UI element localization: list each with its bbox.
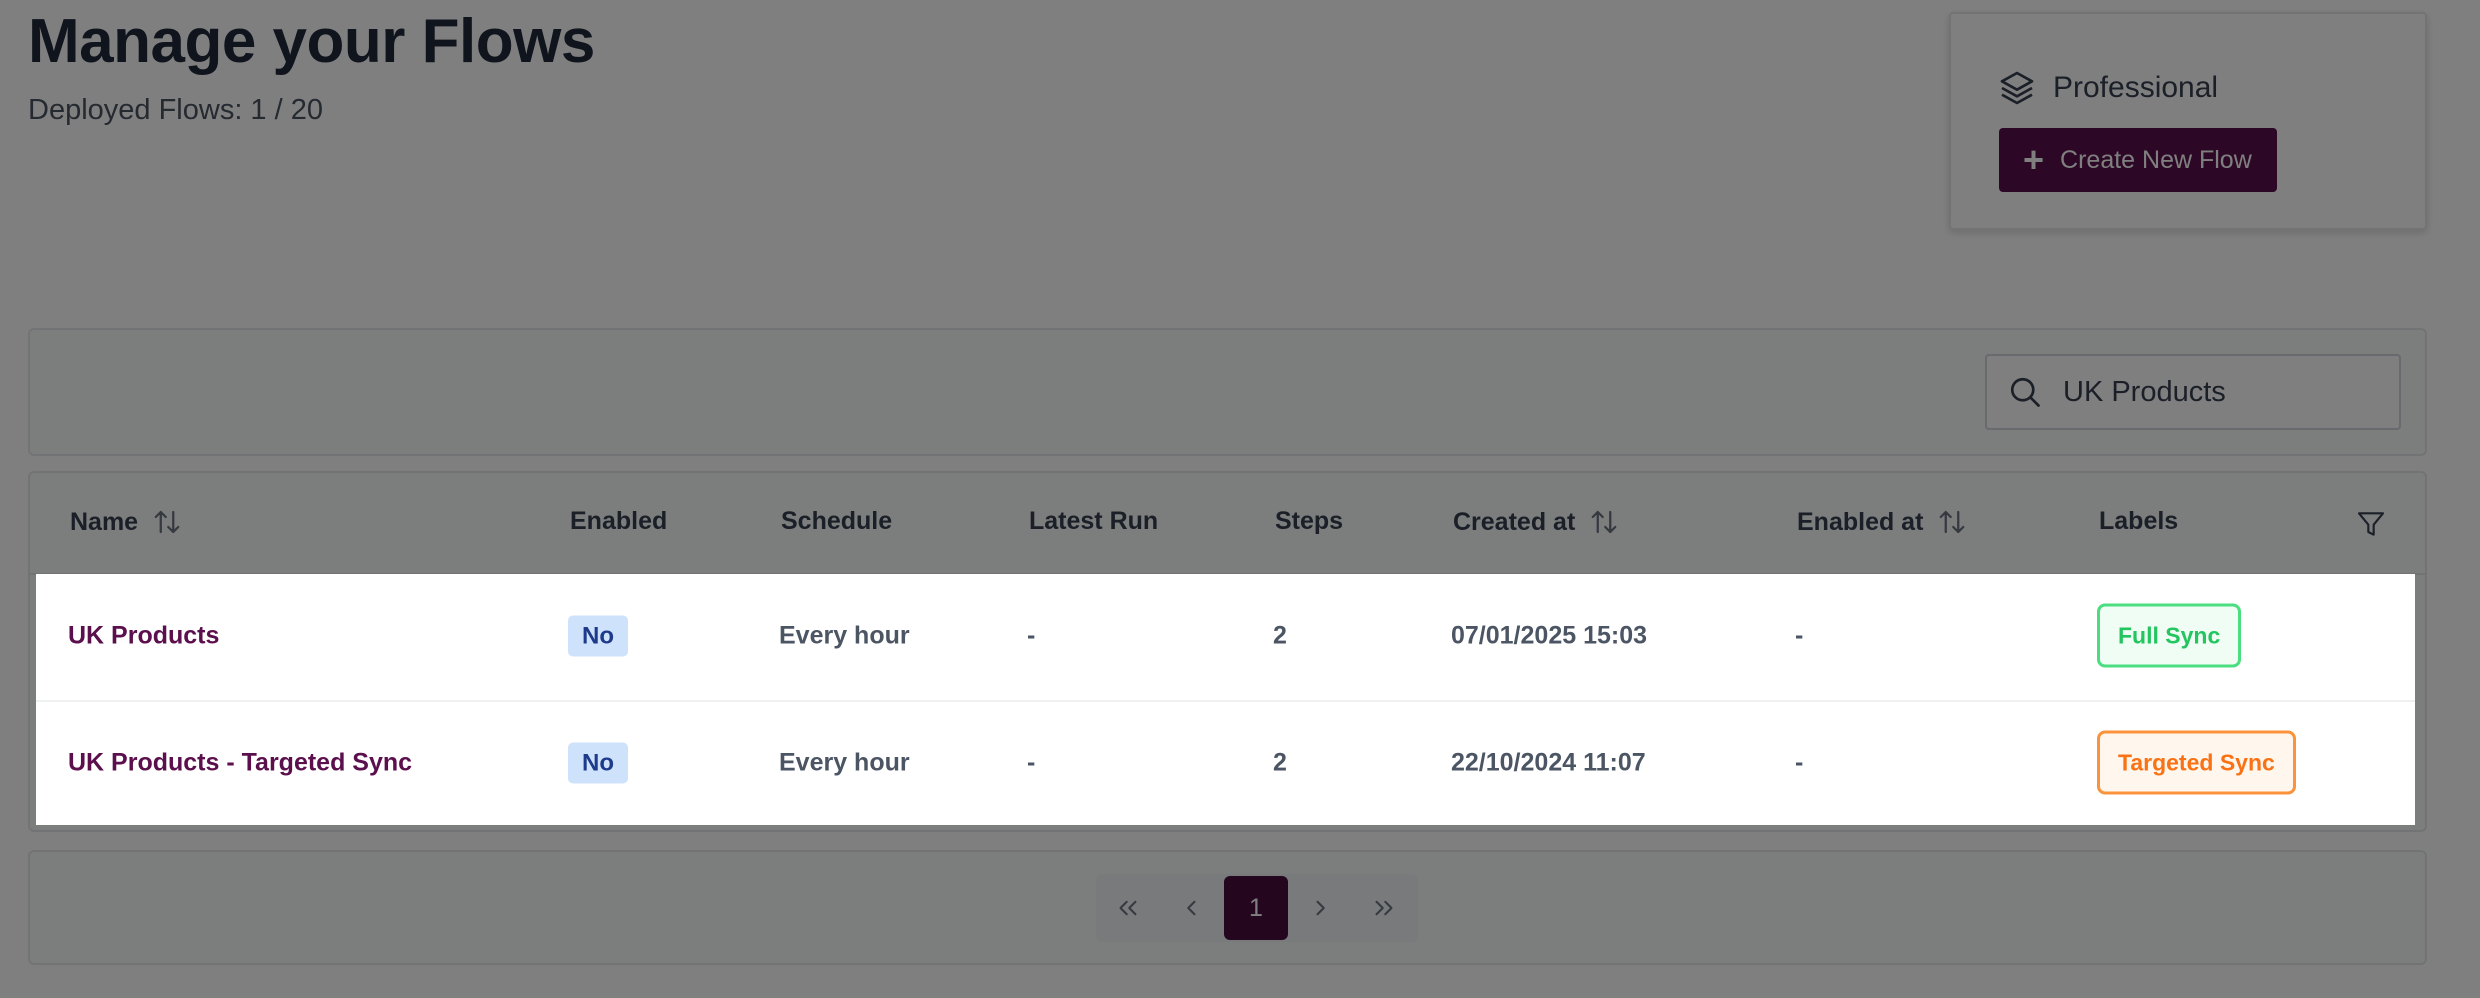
labels-cell: Full Sync xyxy=(2097,603,2242,668)
enabled-cell: No xyxy=(568,615,628,657)
create-new-flow-label: Create New Flow xyxy=(2060,145,2252,174)
enabled-badge: No xyxy=(568,742,628,784)
enabled-at-cell: - xyxy=(1795,748,1804,777)
plan-name: Professional xyxy=(2053,71,2219,104)
page: Manage your Flows Deployed Flows: 1 / 20… xyxy=(0,0,2480,998)
latest-run-cell: - xyxy=(1027,621,1036,650)
plus-icon: + xyxy=(2023,139,2045,180)
pagination: 1 xyxy=(1096,874,1418,942)
page-title: Manage your Flows xyxy=(28,7,595,76)
chevrons-left-icon xyxy=(1119,900,1137,916)
previous-page-button[interactable] xyxy=(1160,876,1224,940)
chevron-right-icon xyxy=(1316,900,1325,916)
layers-icon xyxy=(2000,71,2034,105)
table-row[interactable]: UK Products - Targeted Sync No Every hou… xyxy=(36,700,2415,824)
next-page-button[interactable] xyxy=(1288,876,1352,940)
plan-row: Professional xyxy=(1997,68,2218,108)
chevron-left-icon xyxy=(1187,900,1196,916)
enabled-cell: No xyxy=(568,742,628,784)
label-badge-targeted-sync: Targeted Sync xyxy=(2097,730,2296,795)
steps-cell: 2 xyxy=(1273,621,1287,650)
latest-run-cell: - xyxy=(1027,748,1036,777)
chevrons-right-icon xyxy=(1375,900,1393,916)
created-at-cell: 07/01/2025 15:03 xyxy=(1451,621,1648,650)
flow-name-link[interactable]: UK Products xyxy=(68,622,219,651)
first-page-button[interactable] xyxy=(1096,876,1160,940)
search-box[interactable] xyxy=(1985,354,2401,430)
label-badge-full-sync: Full Sync xyxy=(2097,603,2242,668)
create-new-flow-button[interactable]: + Create New Flow xyxy=(1999,128,2277,192)
page-button-current[interactable]: 1 xyxy=(1224,876,1288,940)
enabled-at-cell: - xyxy=(1795,621,1804,650)
last-page-button[interactable] xyxy=(1352,876,1416,940)
deployed-flows-count: Deployed Flows: 1 / 20 xyxy=(28,94,323,126)
table-body: UK Products No Every hour - 2 07/01/2025… xyxy=(36,574,2415,825)
schedule-cell: Every hour xyxy=(779,621,910,650)
schedule-cell: Every hour xyxy=(779,748,910,777)
table-row[interactable]: UK Products No Every hour - 2 07/01/2025… xyxy=(36,574,2415,698)
flow-name-link[interactable]: UK Products - Targeted Sync xyxy=(68,749,412,778)
search-input[interactable] xyxy=(2063,375,2363,409)
search-icon xyxy=(2010,377,2040,407)
plan-card: Professional + Create New Flow xyxy=(1949,12,2427,230)
labels-cell: Targeted Sync xyxy=(2097,730,2296,795)
pagination-panel: 1 xyxy=(28,850,2427,965)
highlighted-rows-layer: UK Products No Every hour - 2 07/01/2025… xyxy=(28,471,2427,832)
enabled-badge: No xyxy=(568,615,628,657)
created-at-cell: 22/10/2024 11:07 xyxy=(1451,748,1646,777)
steps-cell: 2 xyxy=(1273,748,1287,777)
search-panel xyxy=(28,328,2427,456)
